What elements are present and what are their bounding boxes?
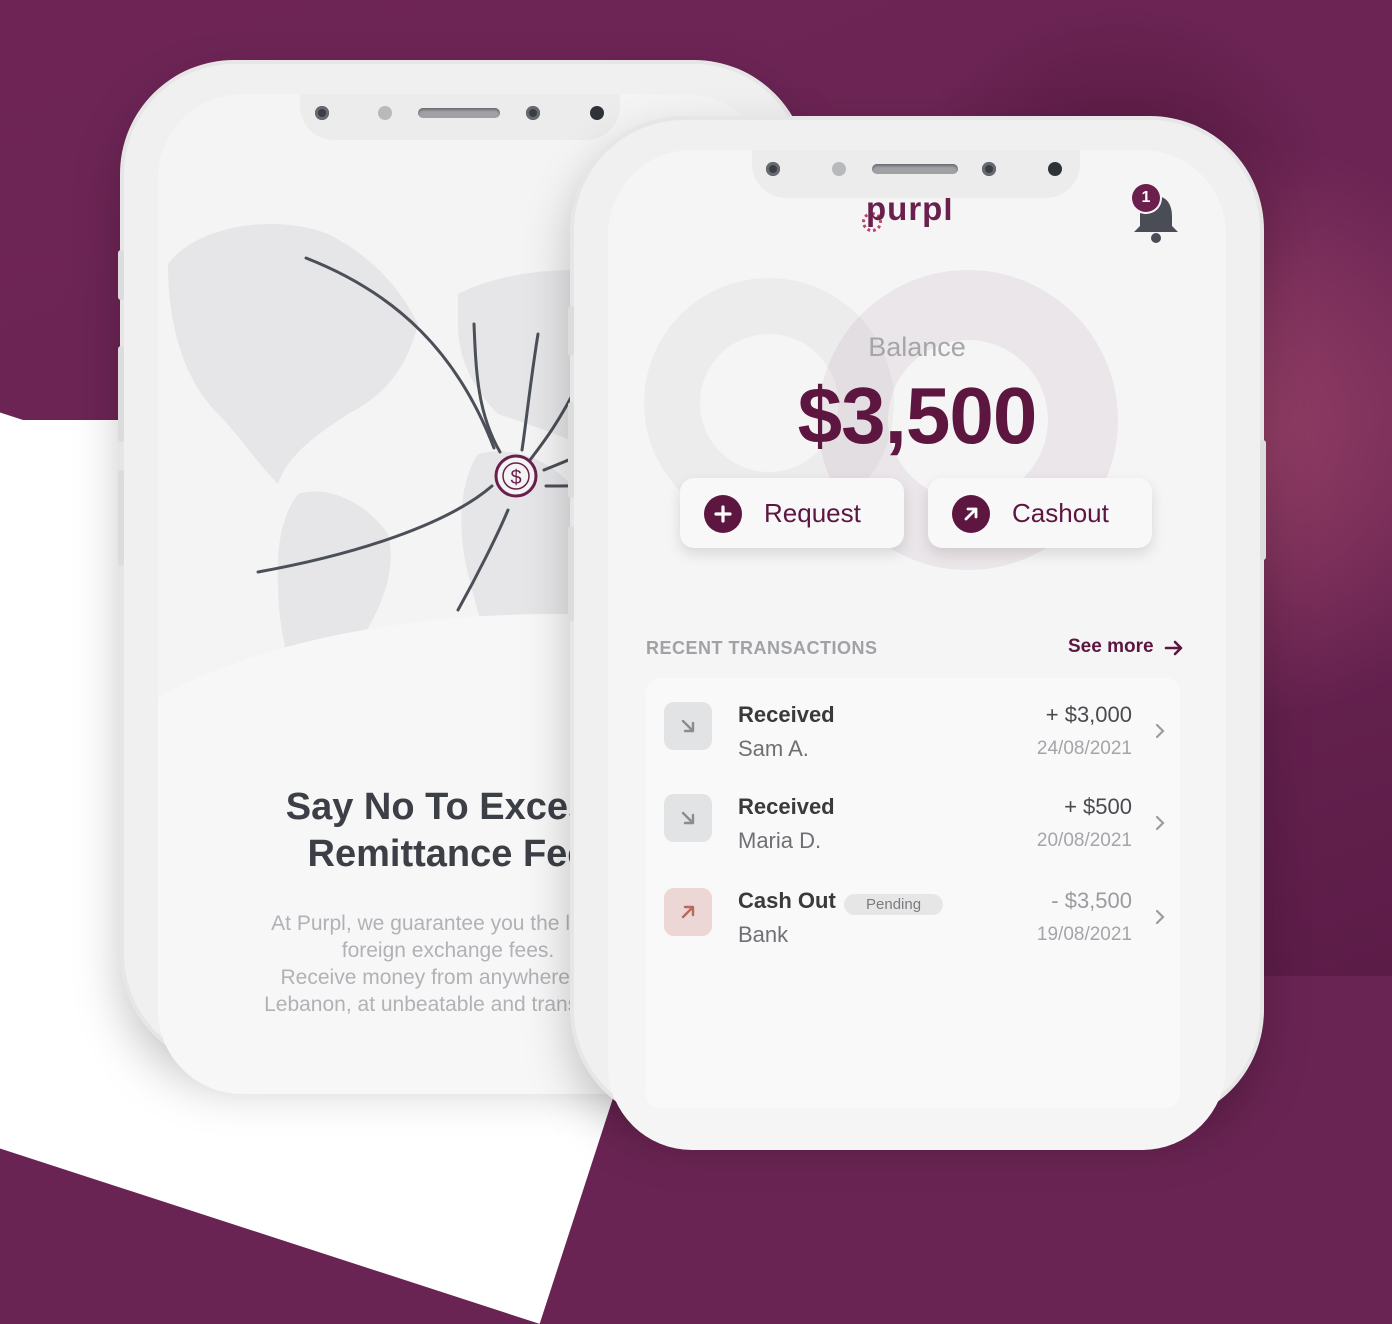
- request-button[interactable]: Request: [680, 478, 904, 548]
- transaction-row[interactable]: Received Maria D. + $500 20/08/2021: [646, 770, 1180, 853]
- speaker-grille: [418, 108, 500, 118]
- transaction-row[interactable]: Cash Out Pending Bank - $3,500 19/08/202…: [646, 864, 1180, 947]
- request-label: Request: [764, 498, 861, 528]
- side-button: [118, 346, 124, 442]
- chevron-right-icon: [1155, 815, 1165, 831]
- transaction-amount: + $3,000: [1045, 702, 1132, 727]
- arrow-down-right-icon: [664, 702, 712, 750]
- front-phone: purpl 1 Balance $3,500 Request Cashout R…: [568, 120, 1266, 1150]
- see-more-link[interactable]: See more: [1068, 636, 1183, 658]
- arrow-right-icon: [1164, 640, 1183, 656]
- transaction-date: 19/08/2021: [1036, 924, 1132, 945]
- cashout-button[interactable]: Cashout: [928, 478, 1152, 548]
- arrow-up-right-icon: [664, 888, 712, 936]
- transaction-date: 20/08/2021: [1036, 830, 1132, 851]
- transaction-amount: - $3,500: [1051, 888, 1132, 913]
- camera-icon: [590, 106, 604, 120]
- transaction-type: Received: [738, 794, 835, 819]
- notch: [752, 150, 1080, 198]
- side-button: [568, 526, 574, 622]
- transaction-amount: + $500: [1064, 794, 1132, 819]
- side-button: [118, 250, 124, 300]
- see-more-label: See more: [1068, 636, 1154, 657]
- transaction-party: Bank: [738, 922, 789, 947]
- transaction-row[interactable]: Received Sam A. + $3,000 24/08/2021: [646, 678, 1180, 761]
- plus-icon: [704, 495, 742, 533]
- transaction-type: Received: [738, 702, 835, 727]
- camera-icon: [526, 106, 540, 120]
- cashout-label: Cashout: [1012, 498, 1109, 528]
- transaction-type: Cash Out: [738, 888, 836, 913]
- arrow-up-right-icon: [952, 495, 990, 533]
- notch: [300, 94, 620, 140]
- side-button: [568, 402, 574, 498]
- sensor-icon: [378, 106, 392, 120]
- transaction-date: 24/08/2021: [1036, 738, 1132, 759]
- arrow-down-right-icon: [664, 794, 712, 842]
- side-button: [118, 470, 124, 566]
- recent-transactions-heading: RECENT TRANSACTIONS: [646, 638, 878, 658]
- transactions-list: Received Sam A. + $3,000 24/08/2021 Rece…: [646, 678, 1180, 1108]
- camera-icon: [315, 106, 329, 120]
- power-button: [1260, 440, 1266, 560]
- side-button: [568, 306, 574, 356]
- camera-icon: [766, 162, 780, 176]
- chevron-right-icon: [1155, 723, 1165, 739]
- transaction-party: Sam A.: [738, 736, 809, 761]
- speaker-grille: [872, 164, 958, 174]
- balance-amount: $3,500: [797, 371, 1038, 460]
- balance-label: Balance: [868, 332, 966, 362]
- camera-icon: [1048, 162, 1062, 176]
- notification-badge: 1: [1132, 184, 1160, 212]
- transaction-party: Maria D.: [738, 828, 822, 853]
- status-badge: Pending: [844, 894, 944, 915]
- sensor-icon: [832, 162, 846, 176]
- chevron-right-icon: [1155, 909, 1165, 925]
- home-screen: purpl 1 Balance $3,500 Request Cashout R…: [608, 150, 1226, 1150]
- camera-icon: [982, 162, 996, 176]
- currency-icon: $: [510, 467, 521, 489]
